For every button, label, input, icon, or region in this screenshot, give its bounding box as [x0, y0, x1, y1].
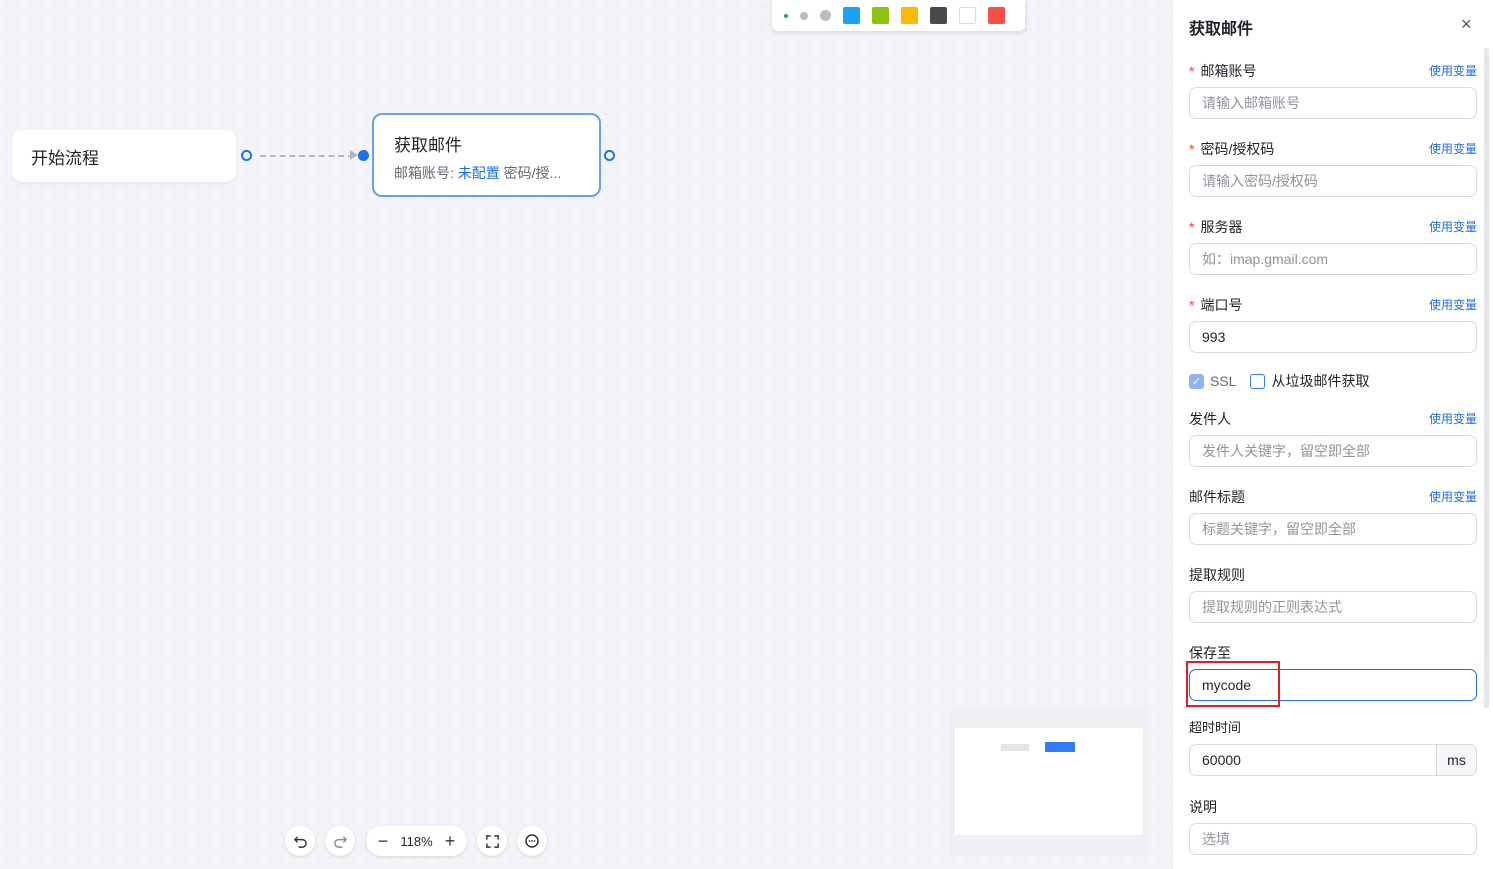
panel-scrollbar[interactable]	[1484, 48, 1489, 708]
rule-input[interactable]: 提取规则的正则表达式	[1189, 591, 1477, 623]
size-medium-option[interactable]	[800, 11, 808, 20]
check-icon: ✓	[1189, 373, 1204, 389]
start-node-output-port[interactable]	[241, 150, 252, 161]
port-label: 端口号	[1200, 297, 1243, 313]
field-rule: 提取规则 提取规则的正则表达式	[1189, 565, 1477, 623]
comment-button[interactable]	[517, 826, 547, 856]
checkbox-row: ✓ SSL 从垃圾邮件获取	[1189, 371, 1383, 391]
fit-screen-icon	[485, 834, 499, 848]
save-to-input[interactable]: mycode	[1189, 669, 1477, 701]
password-label: 密码/授权码	[1200, 141, 1275, 157]
ssl-checkbox[interactable]: ✓ SSL	[1189, 373, 1236, 389]
start-node[interactable]: 开始流程	[12, 130, 236, 182]
server-use-variable-link[interactable]: 使用变量	[1429, 217, 1477, 237]
note-label: 说明	[1189, 799, 1217, 815]
required-mark: *	[1189, 297, 1195, 313]
field-save-to: 保存至 mycode	[1189, 643, 1477, 701]
zoom-control: − 118% +	[366, 826, 467, 856]
field-password: * 密码/授权码 使用变量 请输入密码/授权码	[1189, 139, 1477, 197]
mail-node-input-port[interactable]	[358, 150, 369, 161]
fit-screen-button[interactable]	[477, 826, 507, 856]
field-port: * 端口号 使用变量 993	[1189, 295, 1477, 353]
server-label: 服务器	[1200, 219, 1243, 235]
email-input[interactable]: 请输入邮箱账号	[1189, 87, 1477, 119]
undo-icon	[293, 835, 307, 848]
sender-use-variable-link[interactable]: 使用变量	[1429, 409, 1477, 429]
timeout-input-group: 60000 ms	[1189, 744, 1477, 776]
color-swatch-white[interactable]	[959, 7, 976, 24]
port-input[interactable]: 993	[1189, 321, 1477, 353]
required-mark: *	[1189, 63, 1195, 79]
color-swatch-red[interactable]	[988, 7, 1005, 24]
color-swatch-blue[interactable]	[843, 7, 860, 24]
field-sender: 发件人 使用变量 发件人关键字，留空即全部	[1189, 409, 1477, 467]
color-swatch-yellow[interactable]	[901, 7, 918, 24]
color-swatch-dark[interactable]	[930, 7, 947, 24]
size-small-option[interactable]	[784, 13, 788, 18]
close-icon[interactable]: ×	[1461, 14, 1472, 35]
redo-button[interactable]	[325, 826, 355, 856]
size-large-option[interactable]	[820, 10, 831, 21]
minimap[interactable]	[950, 708, 1148, 856]
flow-edge[interactable]	[260, 155, 354, 157]
required-mark: *	[1189, 141, 1195, 157]
port-use-variable-link[interactable]: 使用变量	[1429, 295, 1477, 315]
spam-label: 从垃圾邮件获取	[1271, 373, 1370, 389]
timeout-input[interactable]: 60000	[1190, 745, 1436, 775]
password-use-variable-link[interactable]: 使用变量	[1429, 139, 1477, 159]
get-mail-node[interactable]: 获取邮件 邮箱账号: 未配置 密码/授...	[372, 113, 601, 197]
sender-input[interactable]: 发件人关键字，留空即全部	[1189, 435, 1477, 467]
minimap-start-node	[1001, 744, 1029, 751]
field-server: * 服务器 使用变量 如：imap.gmail.com	[1189, 217, 1477, 275]
subject-input[interactable]: 标题关键字，留空即全部	[1189, 513, 1477, 545]
save-to-label: 保存至	[1189, 645, 1231, 661]
zoom-in-button[interactable]: +	[441, 832, 459, 850]
server-input[interactable]: 如：imap.gmail.com	[1189, 243, 1477, 275]
color-swatch-green[interactable]	[872, 7, 889, 24]
minimap-mail-node	[1045, 742, 1075, 752]
rule-label: 提取规则	[1189, 567, 1245, 583]
mail-node-title: 获取邮件	[394, 136, 462, 155]
node-config-panel: 获取邮件 × * 邮箱账号 使用变量 请输入邮箱账号 * 密码/授权码 使用变量 请输入…	[1172, 0, 1493, 869]
minimap-viewport	[955, 728, 1143, 835]
note-input[interactable]: 选填	[1189, 823, 1477, 855]
email-label: 邮箱账号	[1200, 63, 1257, 79]
start-node-label: 开始流程	[31, 148, 99, 168]
subject-use-variable-link[interactable]: 使用变量	[1429, 487, 1477, 507]
timeout-unit: ms	[1436, 745, 1476, 775]
mail-node-description: 邮箱账号: 未配置 密码/授...	[394, 163, 572, 183]
mail-node-status: 未配置	[457, 165, 500, 181]
zoom-out-button[interactable]: −	[374, 832, 392, 850]
mail-node-desc-suffix: 密码/授...	[499, 165, 562, 181]
redo-icon	[333, 835, 347, 848]
field-note: 说明 选填	[1189, 797, 1477, 855]
field-subject: 邮件标题 使用变量 标题关键字，留空即全部	[1189, 487, 1477, 545]
color-toolbar	[772, 0, 1025, 31]
ssl-label: SSL	[1210, 373, 1237, 389]
spam-checkbox[interactable]: 从垃圾邮件获取	[1250, 371, 1369, 391]
mail-node-output-port[interactable]	[604, 150, 615, 161]
edge-arrow-icon	[350, 150, 358, 160]
zoom-level: 118%	[400, 833, 433, 849]
field-timeout: 超时时间 60000 ms	[1189, 718, 1477, 776]
subject-label: 邮件标题	[1189, 489, 1245, 505]
password-input[interactable]: 请输入密码/授权码	[1189, 165, 1477, 197]
flow-canvas[interactable]: 开始流程 获取邮件 邮箱账号: 未配置 密码/授... − 118% +	[0, 0, 1172, 869]
email-use-variable-link[interactable]: 使用变量	[1429, 61, 1477, 81]
field-email: * 邮箱账号 使用变量 请输入邮箱账号	[1189, 61, 1477, 119]
sender-label: 发件人	[1189, 411, 1231, 427]
timeout-label: 超时时间	[1189, 720, 1242, 735]
undo-button[interactable]	[285, 826, 315, 856]
comment-icon	[525, 834, 539, 848]
mail-node-desc-prefix: 邮箱账号:	[394, 165, 458, 181]
panel-title: 获取邮件	[1189, 21, 1254, 38]
checkbox-empty-icon	[1250, 373, 1266, 389]
required-mark: *	[1189, 219, 1195, 235]
